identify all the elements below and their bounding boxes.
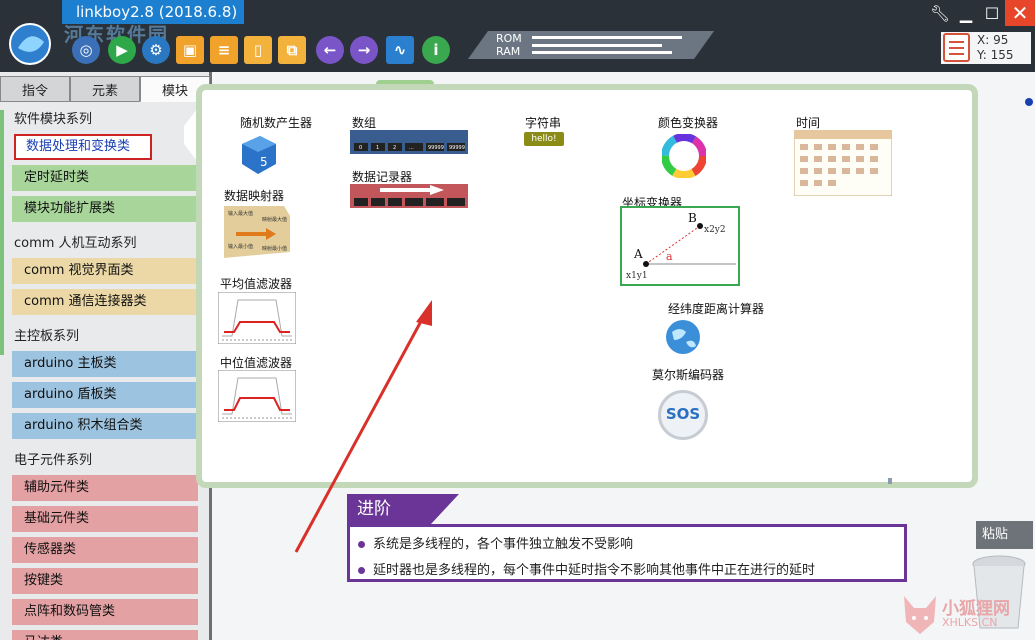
tip-line-1-text: 系统是多线程的，各个事件独立触发不受影响 bbox=[373, 537, 633, 552]
paste-button[interactable]: 粘贴 bbox=[976, 521, 1033, 549]
tip-line-2-text: 延时器也是多线程的，每个事件中延时指令不影响其他事件中正在进行的延时 bbox=[373, 563, 815, 578]
scroll-indicator[interactable] bbox=[888, 478, 892, 484]
tip-line-1: 系统是多线程的，各个事件独立触发不受影响 bbox=[358, 533, 633, 552]
site-watermark: 小狐狸网 XHLKS.CN bbox=[898, 592, 1034, 638]
watermark-subtext: XHLKS.CN bbox=[942, 616, 998, 629]
tip-line-2: 延时器也是多线程的，每个事件中延时指令不影响其他事件中正在进行的延时 bbox=[358, 559, 815, 578]
bullet-icon bbox=[358, 541, 365, 548]
tip-content: 系统是多线程的，各个事件独立触发不受影响 延时器也是多线程的，每个事件中延时指令… bbox=[347, 524, 907, 582]
tip-panel: 进阶 系统是多线程的，各个事件独立触发不受影响 延时器也是多线程的，每个事件中延… bbox=[347, 494, 907, 584]
tip-title: 进阶 bbox=[347, 494, 431, 524]
canvas-dot bbox=[1025, 98, 1033, 106]
tip-title-tail bbox=[431, 494, 459, 524]
fox-icon bbox=[900, 594, 940, 636]
bullet-icon bbox=[358, 567, 365, 574]
